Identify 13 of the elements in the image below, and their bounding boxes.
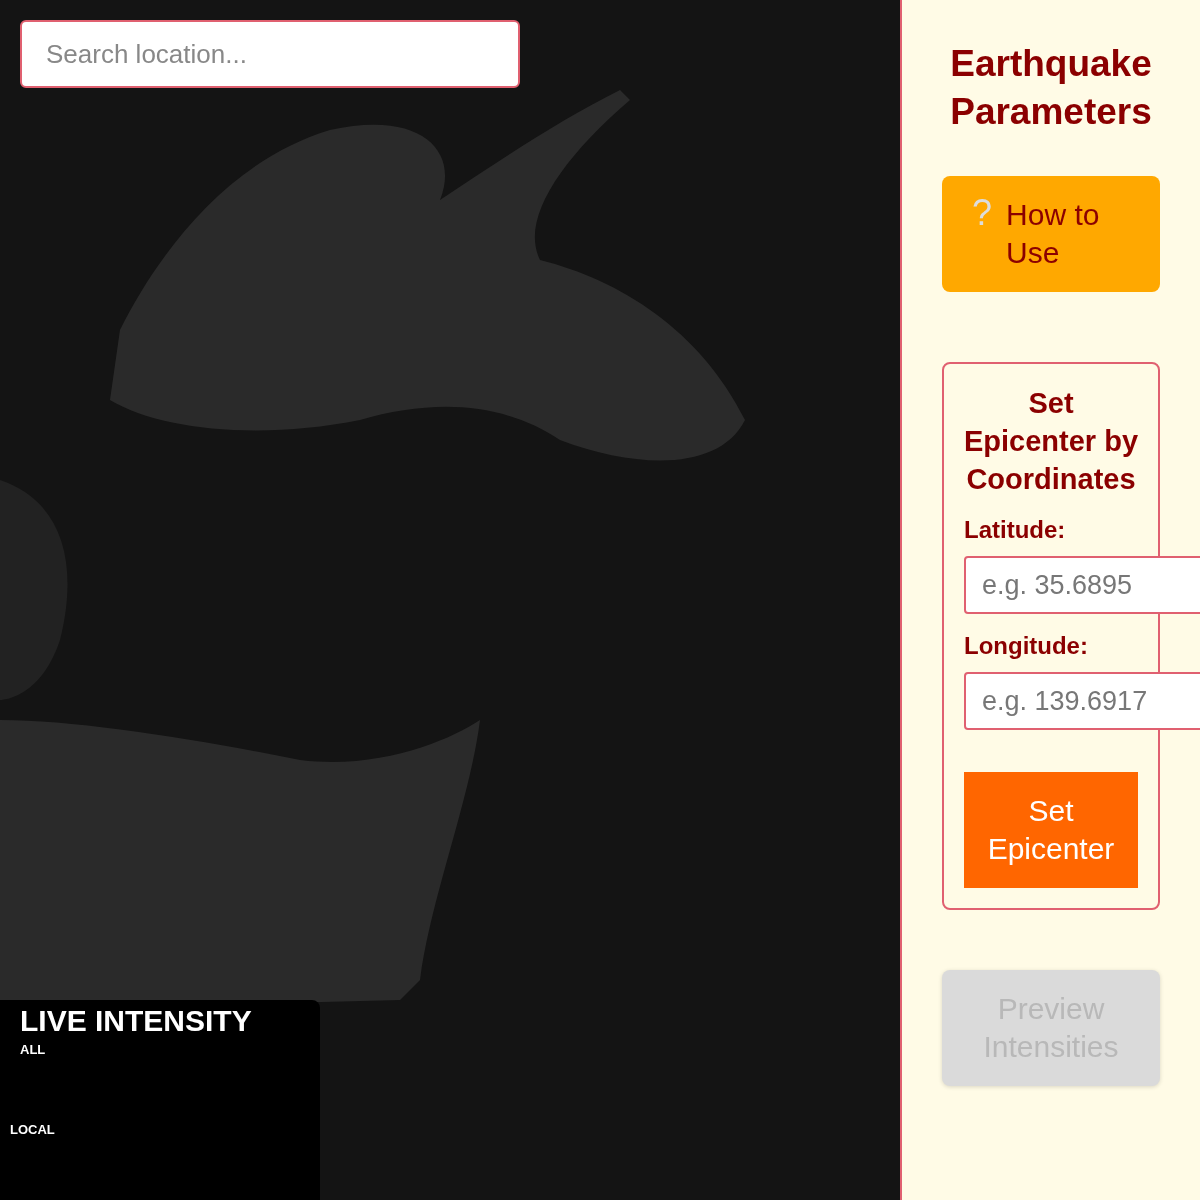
- sidebar-title: Earthquake Parameters: [949, 42, 1153, 134]
- help-button[interactable]: ? How to Use: [942, 176, 1160, 292]
- field-label: Longitude:: [964, 632, 1089, 660]
- set-epicenter-button[interactable]: Set Epicenter: [964, 772, 1138, 888]
- filter-label[interactable]: ALL: [20, 1042, 46, 1057]
- question-icon: ?: [972, 194, 993, 232]
- field-label: Latitude:: [964, 516, 1067, 544]
- coordinate-field[interactable]: e.g. 35.6895: [964, 556, 1200, 614]
- search-field[interactable]: Search location...: [20, 20, 520, 88]
- filter-label[interactable]: LOCAL: [10, 1122, 55, 1137]
- card-title: Set Epicenter by Coordinates: [962, 386, 1140, 497]
- panel-title: LIVE INTENSITY: [20, 1004, 252, 1038]
- coordinate-field[interactable]: e.g. 139.6917: [964, 672, 1200, 730]
